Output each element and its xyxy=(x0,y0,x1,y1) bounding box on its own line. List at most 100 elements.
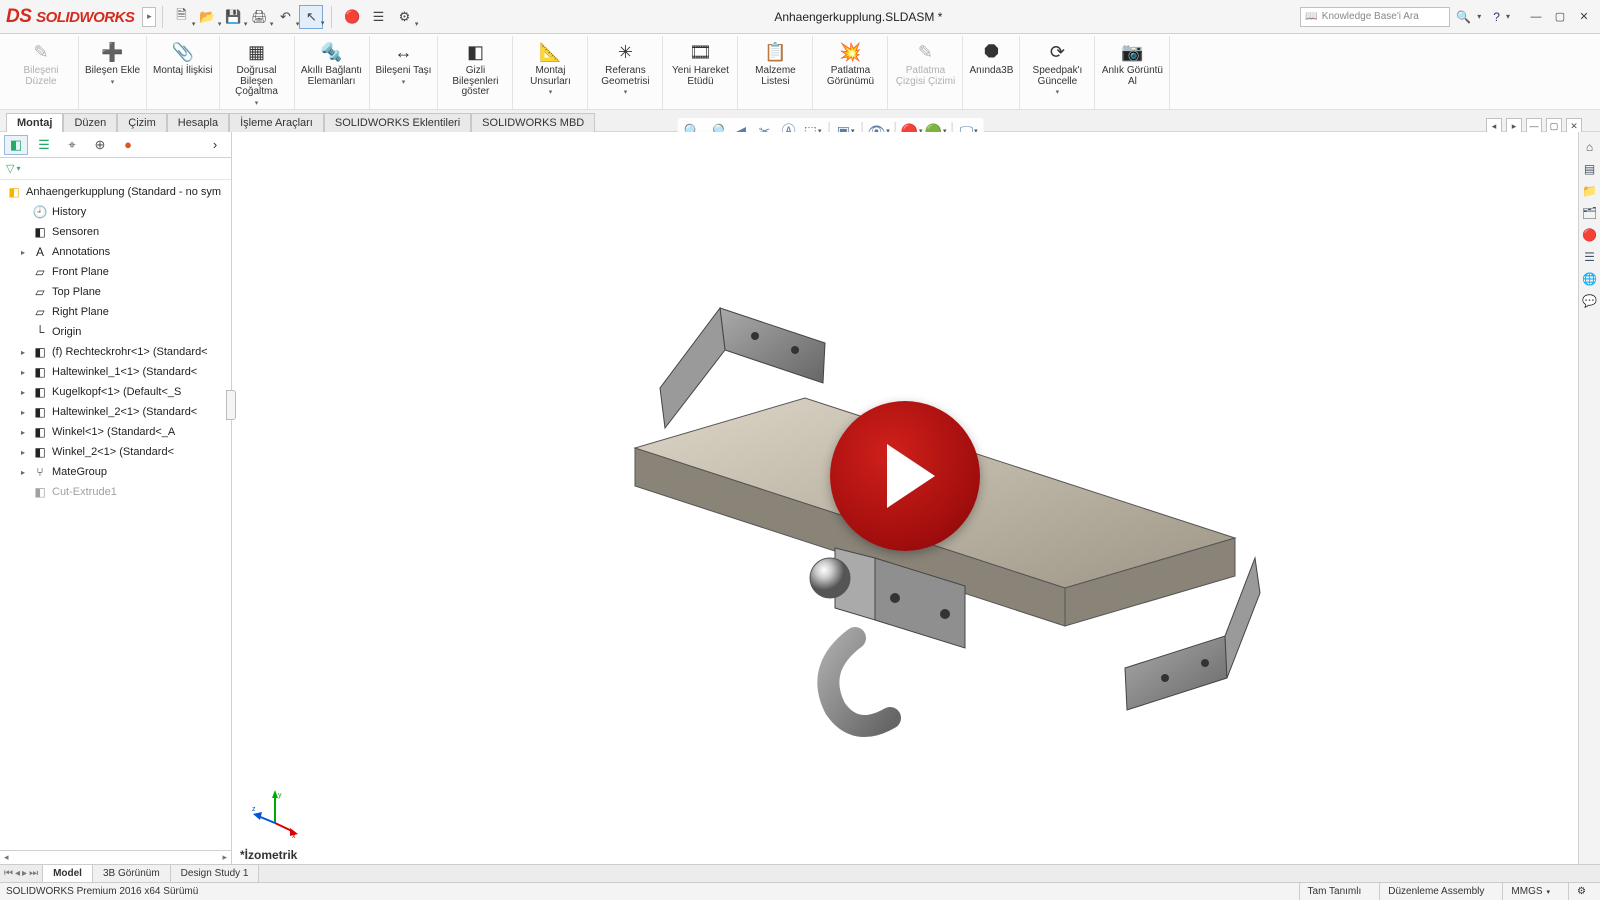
ribbon-an-nda3b[interactable]: ⯃Anında3B xyxy=(965,38,1017,79)
cmdtab-i-leme-ara-lar-[interactable]: İşleme Araçları xyxy=(229,113,324,132)
sidebar-resize-handle[interactable] xyxy=(226,390,236,420)
search-icon[interactable]: 🔍 xyxy=(1456,10,1471,24)
ribbon-label: Patlatma Görünümü xyxy=(819,66,881,87)
tree-item[interactable]: ▸◧(f) Rechteckrohr<1> (Standard< xyxy=(0,342,231,362)
ribbon-yeni-hareket-et-d-[interactable]: 🎞Yeni Hareket Etüdü xyxy=(665,38,735,89)
cmdtab-hesapla[interactable]: Hesapla xyxy=(167,113,229,132)
tree-item[interactable]: ▸⑂MateGroup xyxy=(0,462,231,482)
cmdtab-d-zen[interactable]: Düzen xyxy=(63,113,117,132)
window-minimize-button[interactable]: — xyxy=(1526,7,1546,27)
print-button[interactable]: 🖨 xyxy=(247,5,271,29)
tree-item[interactable]: └Origin xyxy=(0,322,231,342)
knowledge-search-input[interactable]: 📖 Knowledge Base'i Ara xyxy=(1300,7,1450,27)
cmdtab-solidworks-mbd[interactable]: SOLIDWORKS MBD xyxy=(471,113,595,132)
fm-tab-0[interactable]: ◧ xyxy=(4,135,28,155)
ribbon-label: Patlatma Çizgisi Çizimi xyxy=(894,66,956,87)
cmdtab-solidworks-eklentileri[interactable]: SOLIDWORKS Eklentileri xyxy=(324,113,471,132)
taskpane-custom-props-icon[interactable]: 🌐 xyxy=(1581,270,1599,288)
bottom-tab-3b-g-r-n-m[interactable]: 3B Görünüm xyxy=(93,865,171,882)
taskpane-file-explorer-icon[interactable]: 🗂 xyxy=(1581,204,1599,222)
taskpane-resources-icon[interactable]: ▤ xyxy=(1581,160,1599,178)
tree-item[interactable]: ▱Right Plane xyxy=(0,302,231,322)
tree-item[interactable]: ▸◧Winkel_2<1> (Standard< xyxy=(0,442,231,462)
new-doc-button[interactable]: 🗎 xyxy=(169,5,193,29)
filter-icon: ▽ xyxy=(6,162,14,175)
taskpane-design-lib-icon[interactable]: 📁 xyxy=(1581,182,1599,200)
ribbon-bile-eni-ta-[interactable]: ↔Bileşeni Taşı▾ xyxy=(372,38,436,88)
ribbon-do-rusal-bile-en-o-altma[interactable]: ▦Doğrusal Bileşen Çoğaltma▾ xyxy=(222,38,292,109)
graphics-viewport[interactable]: y x z *İzometrik xyxy=(232,132,1578,864)
ribbon-icon: 📋 xyxy=(762,40,788,64)
feature-tree[interactable]: ◧Anhaengerkupplung (Standard - no sym🕘Hi… xyxy=(0,180,231,850)
ribbon-icon: ↔ xyxy=(390,40,416,64)
fm-tab-3[interactable]: ⊕ xyxy=(88,135,112,155)
tree-item[interactable]: ▸◧Haltewinkel_2<1> (Standard< xyxy=(0,402,231,422)
undo-button[interactable]: ↶ xyxy=(273,5,297,29)
window-maximize-button[interactable]: ▢ xyxy=(1550,7,1570,27)
tree-item[interactable]: ▸◧Winkel<1> (Standard<_A xyxy=(0,422,231,442)
ribbon-referans-geometrisi[interactable]: ✳Referans Geometrisi▾ xyxy=(590,38,660,98)
help-button[interactable]: ? xyxy=(1493,10,1500,24)
ribbon-bile-en-ekle[interactable]: ➕Bileşen Ekle▾ xyxy=(81,38,144,88)
status-edit-mode[interactable]: Düzenleme Assembly xyxy=(1379,883,1492,900)
sidebar-scrollbar[interactable]: ◂▸ xyxy=(0,850,231,864)
ribbon-icon: ➕ xyxy=(100,40,126,64)
tree-item[interactable]: ▸AAnnotations xyxy=(0,242,231,262)
taskpane-home-icon[interactable]: ⌂ xyxy=(1581,138,1599,156)
ribbon-icon: ⯃ xyxy=(978,40,1004,64)
ribbon-label: Referans Geometrisi xyxy=(594,66,656,87)
play-overlay-button[interactable] xyxy=(830,401,980,551)
menu-expander[interactable]: ▸ xyxy=(142,7,156,27)
tree-item[interactable]: ▱Top Plane xyxy=(0,282,231,302)
taskpane-forum-icon[interactable]: 💬 xyxy=(1581,292,1599,310)
fm-tab-4[interactable]: ● xyxy=(116,135,140,155)
select-tool-button[interactable]: ↖ xyxy=(299,5,323,29)
tree-item[interactable]: ▸◧Haltewinkel_1<1> (Standard< xyxy=(0,362,231,382)
status-customize-icon[interactable]: ⚙ xyxy=(1568,883,1594,900)
tree-item[interactable]: 🕘History xyxy=(0,202,231,222)
fm-tab-2[interactable]: ⌖ xyxy=(60,135,84,155)
fm-overflow-button[interactable]: › xyxy=(203,135,227,155)
taskpane-appearances-icon[interactable]: ☰ xyxy=(1581,248,1599,266)
ribbon-label: Speedpak'ı Güncelle xyxy=(1026,66,1088,87)
ribbon-label: Akıllı Bağlantı Elemanları xyxy=(301,66,363,87)
tree-item[interactable]: ◧Cut-Extrude1 xyxy=(0,482,231,502)
window-close-button[interactable]: ✕ xyxy=(1574,7,1594,27)
ribbon-montaj-unsurlar-[interactable]: 📐Montaj Unsurları▾ xyxy=(515,38,585,98)
status-fully-defined: Tam Tanımlı xyxy=(1299,883,1370,900)
filter-bar[interactable]: ▽▾ xyxy=(0,158,231,180)
ribbon-gizli-bile-enleri-g-ster[interactable]: ◧Gizli Bileşenleri göster xyxy=(440,38,510,100)
ribbon-icon: ⟳ xyxy=(1044,40,1070,64)
search-dd-icon[interactable]: ▾ xyxy=(1477,12,1481,21)
ribbon-speedpak-g-ncelle[interactable]: ⟳Speedpak'ı Güncelle▾ xyxy=(1022,38,1092,98)
tab-nav-controls[interactable]: ⏮◂▸⏭ xyxy=(0,865,43,882)
cmdtab--izim[interactable]: Çizim xyxy=(117,113,167,132)
tree-display-button[interactable]: ☰ xyxy=(366,5,390,29)
ribbon-malzeme-listesi[interactable]: 📋Malzeme Listesi xyxy=(740,38,810,89)
tree-root[interactable]: ◧Anhaengerkupplung (Standard - no sym xyxy=(0,182,231,202)
help-dd-icon[interactable]: ▾ xyxy=(1506,12,1510,21)
feature-manager-tabs: ◧☰⌖⊕● › xyxy=(0,132,231,158)
ribbon-label: Yeni Hareket Etüdü xyxy=(669,66,731,87)
ribbon-label: Bileşeni Düzele xyxy=(10,66,72,87)
save-button[interactable]: 💾 xyxy=(221,5,245,29)
open-doc-button[interactable]: 📂 xyxy=(195,5,219,29)
ribbon-patlatma-g-r-n-m-[interactable]: 💥Patlatma Görünümü xyxy=(815,38,885,89)
ribbon-label: Bileşeni Taşı xyxy=(376,66,432,77)
status-bar: SOLIDWORKS Premium 2016 x64 Sürümü Tam T… xyxy=(0,882,1600,900)
ribbon-ak-ll-ba-lant-elemanlar-[interactable]: 🔩Akıllı Bağlantı Elemanları xyxy=(297,38,367,89)
bottom-tab-design-study-1[interactable]: Design Study 1 xyxy=(171,865,260,882)
tree-item[interactable]: ▸◧Kugelkopf<1> (Default<_S xyxy=(0,382,231,402)
bottom-tab-model[interactable]: Model xyxy=(43,865,93,882)
cmdtab-montaj[interactable]: Montaj xyxy=(6,113,63,132)
rebuild-button[interactable]: 🔴 xyxy=(340,5,364,29)
ribbon-label: Malzeme Listesi xyxy=(744,66,806,87)
ribbon-anl-k-g-r-nt-al[interactable]: 📷Anlık Görüntü Al xyxy=(1097,38,1167,89)
ribbon-montaj-i-li-kisi[interactable]: 📎Montaj İlişkisi xyxy=(149,38,216,79)
tree-item[interactable]: ◧Sensoren xyxy=(0,222,231,242)
options-button[interactable]: ⚙ xyxy=(392,5,416,29)
tree-item[interactable]: ▱Front Plane xyxy=(0,262,231,282)
fm-tab-1[interactable]: ☰ xyxy=(32,135,56,155)
status-units[interactable]: MMGS ▾ xyxy=(1502,883,1558,900)
taskpane-view-palette-icon[interactable]: 🔴 xyxy=(1581,226,1599,244)
